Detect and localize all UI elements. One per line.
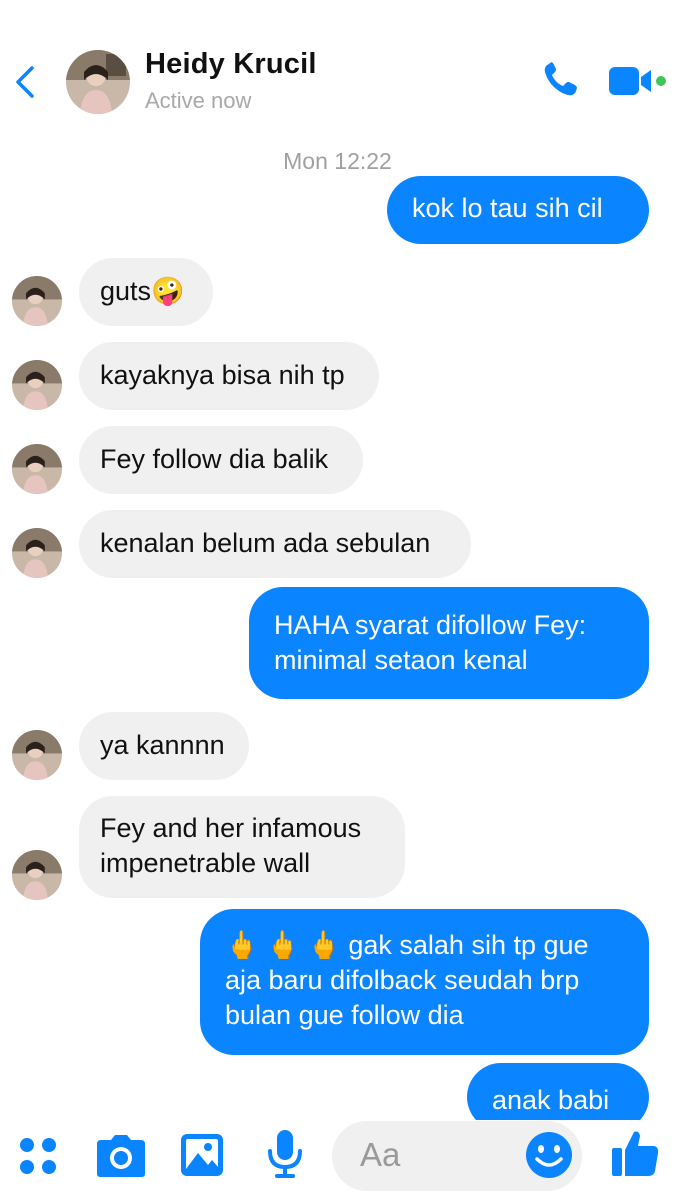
message-text: ya kannnn	[100, 730, 225, 760]
sender-avatar	[12, 730, 62, 780]
message-text-line: HAHA syarat difollow Fey:	[274, 610, 587, 640]
phone-icon	[544, 62, 577, 96]
voice-message-button[interactable]	[266, 1129, 304, 1179]
outgoing-message[interactable]: 🖕 🖕 🖕 gak salah sih tp gue aja baru difo…	[200, 909, 649, 1055]
message-text-line: aja baru difolback seudah brp	[225, 965, 580, 995]
camera-icon	[97, 1135, 145, 1177]
message-timestamp: Mon 12:22	[283, 148, 392, 174]
sender-avatar	[12, 360, 62, 410]
grid-menu-icon	[20, 1138, 56, 1174]
camera-button[interactable]	[95, 1134, 147, 1178]
message-text: Fey follow dia balik	[100, 444, 329, 474]
incoming-message[interactable]: guts🤪	[79, 258, 213, 326]
online-indicator	[656, 76, 666, 86]
incoming-message[interactable]: kayaknya bisa nih tp	[79, 342, 379, 410]
microphone-icon	[268, 1130, 302, 1178]
conversation-header: Heidy Krucil Active now	[0, 0, 675, 140]
message-text: guts🤪	[100, 276, 185, 306]
more-actions-button[interactable]	[16, 1134, 60, 1178]
video-call-button[interactable]	[607, 63, 669, 99]
incoming-message[interactable]: ya kannnn	[79, 712, 249, 780]
presence-status: Active now	[145, 88, 252, 113]
like-button[interactable]	[610, 1128, 660, 1178]
message-text: kayaknya bisa nih tp	[100, 360, 345, 390]
incoming-message[interactable]: Fey follow dia balik	[79, 426, 363, 494]
outgoing-message[interactable]: HAHA syarat difollow Fey: minimal setaon…	[249, 587, 649, 699]
message-text: kok lo tau sih cil	[412, 193, 603, 223]
contact-name[interactable]: Heidy Krucil	[145, 48, 317, 81]
photo-gallery-button[interactable]	[180, 1133, 224, 1177]
message-text-line: bulan gue follow dia	[225, 1000, 464, 1030]
back-button[interactable]	[10, 60, 44, 104]
contact-avatar[interactable]	[66, 50, 130, 114]
message-text-line: impenetrable wall	[100, 848, 311, 878]
photo-icon	[181, 1134, 223, 1176]
sender-avatar	[12, 444, 62, 494]
message-text: anak babi	[492, 1085, 610, 1115]
chevron-left-icon	[16, 66, 34, 98]
thumbs-up-icon	[612, 1131, 659, 1176]
sender-avatar	[12, 276, 62, 326]
incoming-message[interactable]: kenalan belum ada sebulan	[79, 510, 471, 578]
sender-avatar	[12, 850, 62, 900]
sender-avatar	[12, 528, 62, 578]
outgoing-message[interactable]: kok lo tau sih cil	[387, 176, 649, 244]
voice-call-button[interactable]	[540, 60, 584, 100]
message-text-line: Fey and her infamous	[100, 813, 362, 843]
emoji-icon	[526, 1132, 572, 1178]
incoming-message[interactable]: Fey and her infamous impenetrable wall	[79, 796, 405, 898]
message-input-placeholder: Aa	[360, 1136, 401, 1173]
message-text-line: minimal setaon kenal	[274, 645, 528, 675]
video-camera-icon	[609, 67, 666, 95]
message-text-line: 🖕 🖕 🖕 gak salah sih tp gue	[225, 930, 589, 960]
message-text: kenalan belum ada sebulan	[100, 528, 431, 558]
emoji-button[interactable]	[525, 1131, 573, 1179]
